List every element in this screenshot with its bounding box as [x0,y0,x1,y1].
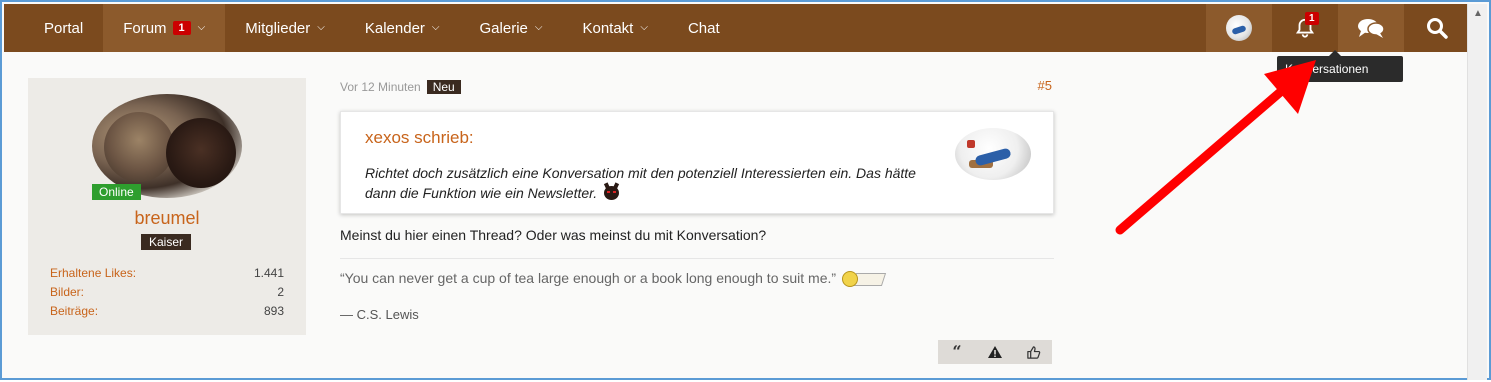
post-content: Vor 12 Minuten Neu #5 xexos schrieb: Ric… [340,78,1054,364]
warning-icon [988,346,1002,358]
nav-label: Portal [44,19,84,37]
signature-quote: “You can never get a cup of tea large en… [340,269,887,289]
user-panel: 1 [1206,4,1470,52]
stat-row: Erhaltene Likes: 1.441 [50,266,284,285]
stat-value: 893 [263,304,284,318]
notifications-button[interactable]: 1 [1272,4,1338,52]
nav-item-portal[interactable]: Portal [4,4,103,52]
post-time-link[interactable]: Vor 12 Minuten [340,80,421,94]
scroll-up-arrow-icon[interactable]: ▲ [1468,4,1488,22]
quote-button[interactable]: “ [938,340,976,364]
stat-label[interactable]: Beiträge: [50,304,98,323]
thumbs-up-icon [1026,345,1040,359]
notification-count-badge: 1 [1305,12,1319,25]
user-menu-button[interactable] [1206,4,1272,52]
browser-viewport: Portal Forum 1 ⌵ Mitglieder ⌵ Kalender ⌵… [0,0,1491,380]
nav-item-forum[interactable]: Forum 1 ⌵ [103,4,226,52]
chevron-down-icon: ⌵ [534,21,543,33]
conversations-tooltip: Konversationen [1277,50,1403,82]
post-body: Meinst du hier einen Thread? Oder was me… [340,227,767,243]
username-link[interactable]: breumel [28,208,306,229]
nav-item-galerie[interactable]: Galerie ⌵ [460,4,563,52]
cat-image [166,118,236,188]
avatar [1226,15,1252,41]
stat-label[interactable]: Bilder: [50,285,84,304]
quote-author-link[interactable]: xexos schrieb: [365,128,474,148]
signature-divider [340,258,1054,259]
person-shape [974,147,1012,167]
nav-item-chat[interactable]: Chat [668,4,740,52]
nav-label: Mitglieder [245,19,311,37]
nav-item-mitglieder[interactable]: Mitglieder ⌵ [225,4,345,52]
nav-item-kontakt[interactable]: Kontakt ⌵ [562,4,667,52]
quote-icon: “ [952,342,962,361]
quote-body: Richtet doch zusätzlich eine Konversatio… [365,165,916,201]
signature-author: — C.S. Lewis [340,307,419,322]
user-stats: Erhaltene Likes: 1.441 Bilder: 2 Beiträg… [50,266,284,323]
online-status-badge: Online [92,184,141,200]
quote-text: Richtet doch zusätzlich eine Konversatio… [365,163,945,203]
user-avatar[interactable] [92,94,242,198]
new-post-badge: Neu [426,80,461,94]
lamp-shape [967,140,975,148]
stat-label[interactable]: Erhaltene Likes: [50,266,136,285]
nav-label: Kontakt [582,19,634,37]
forum-unread-badge: 1 [172,21,191,35]
message-sidebar: Online breumel Kaiser Erhaltene Likes: 1… [28,78,306,335]
quote-author-avatar[interactable] [955,128,1031,180]
signature-text: “You can never get a cup of tea large en… [340,270,837,286]
user-rank-badge: Kaiser [141,234,192,250]
conversations-button[interactable] [1338,4,1404,52]
vertical-scrollbar[interactable]: ▲ [1467,4,1487,380]
search-icon [1427,18,1448,39]
quote-box: xexos schrieb: Richtet doch zusätzlich e… [340,111,1054,214]
nav-label: Galerie [479,19,528,37]
reading-emoji-icon [841,269,887,289]
main-navbar: Portal Forum 1 ⌵ Mitglieder ⌵ Kalender ⌵… [4,4,1470,52]
nav-label: Chat [687,19,720,37]
stat-value: 1.441 [253,266,284,280]
stat-value: 2 [277,285,284,299]
chevron-down-icon: ⌵ [317,21,325,33]
cat-image [104,112,174,182]
nav-item-kalender[interactable]: Kalender ⌵ [345,4,460,52]
nav-label: Kalender [364,19,425,37]
chevron-down-icon: ⌵ [431,21,440,33]
stat-row: Bilder: 2 [50,285,284,304]
chevron-down-icon: ⌵ [197,21,206,33]
devil-emoji-icon [604,186,620,200]
like-button[interactable] [1014,340,1052,364]
report-button[interactable] [976,340,1014,364]
post-number-link[interactable]: #5 [1038,78,1052,93]
search-button[interactable] [1404,4,1470,52]
tooltip-text: Konversationen [1285,62,1369,76]
chevron-down-icon: ⌵ [640,21,648,33]
stat-row: Beiträge: 893 [50,304,284,323]
nav-label: Forum [123,19,167,37]
post-meta: Vor 12 Minuten Neu [340,78,1054,96]
chat-bubbles-icon [1358,19,1385,38]
post-actions: “ [938,340,1052,364]
